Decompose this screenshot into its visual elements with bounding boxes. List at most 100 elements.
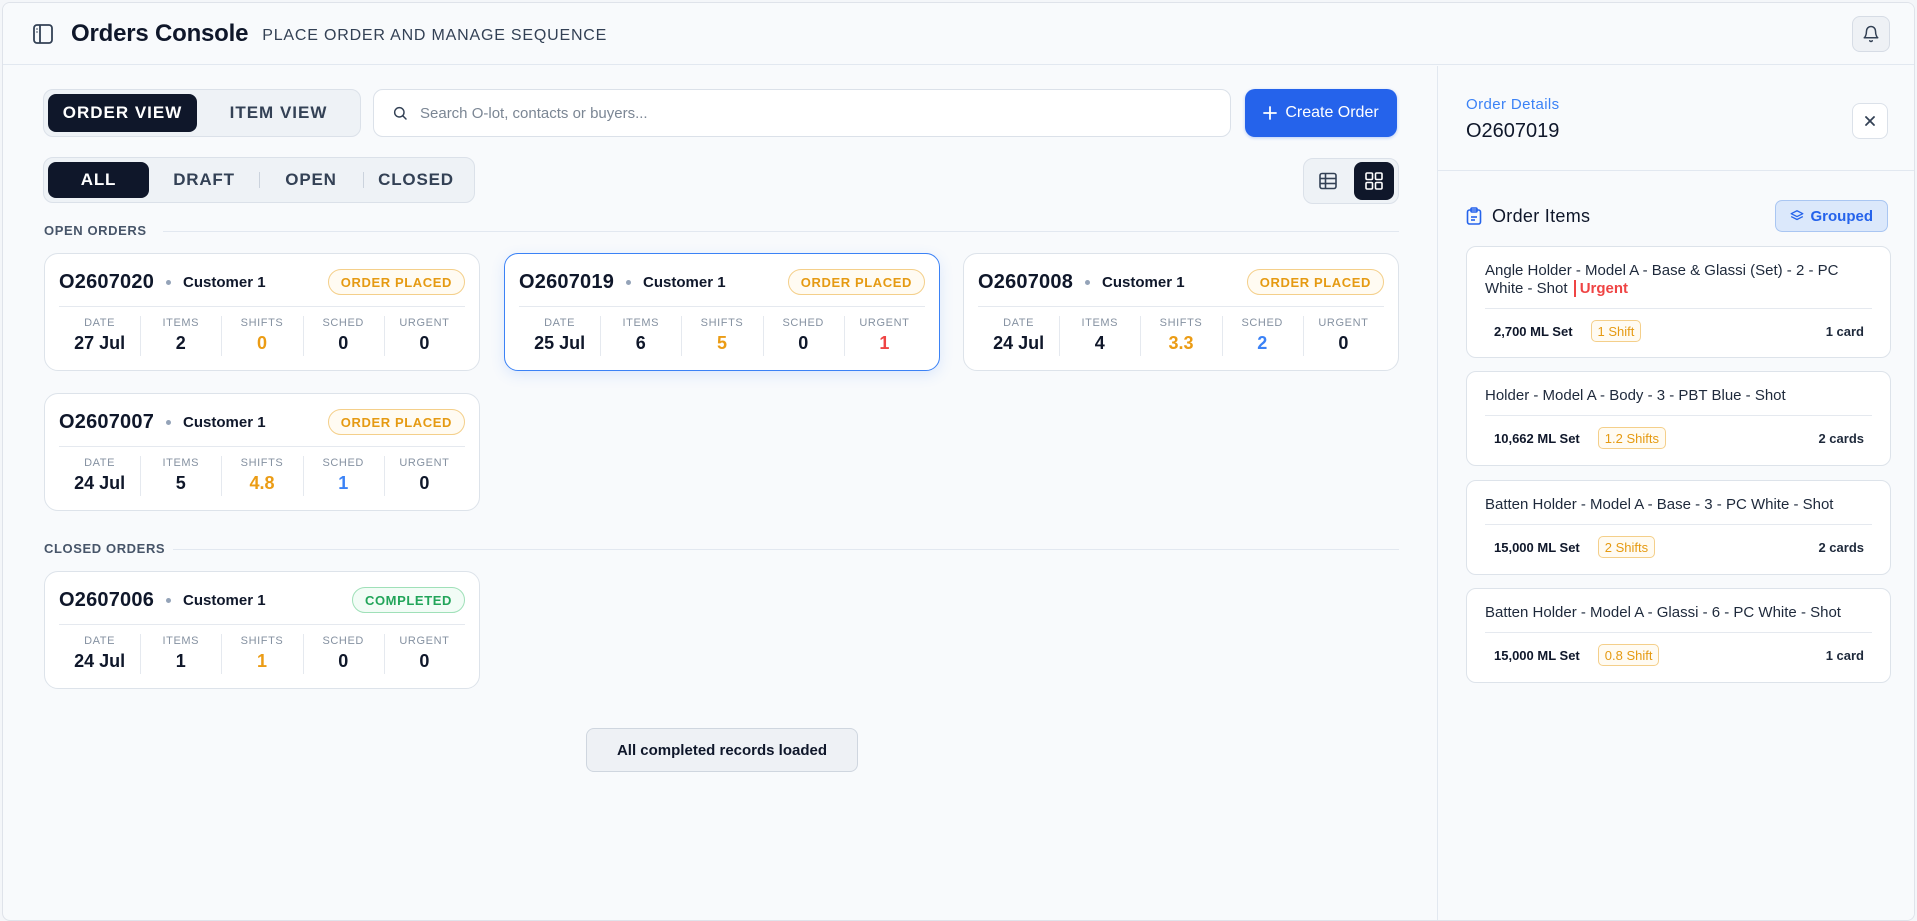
stat-value: 0: [419, 473, 430, 493]
stat-label: ITEMS: [1081, 317, 1119, 329]
create-order-button[interactable]: Create Order: [1245, 89, 1397, 137]
filter-tab-draft[interactable]: DRAFT: [149, 162, 259, 198]
closed-orders-heading: CLOSED ORDERS: [44, 541, 166, 556]
stat-date: DATE 27 Jul: [59, 314, 140, 364]
separator-dot: [1085, 279, 1091, 285]
stat-shifts: SHIFTS 4.8: [221, 454, 302, 504]
item-summary-row: 2,700 ML Set 1 Shift 1 card: [1494, 320, 1864, 342]
stat-value: 6: [635, 333, 646, 353]
item-quantity: 2,700 ML Set: [1494, 323, 1573, 339]
close-icon: [1865, 116, 1875, 126]
card-divider: [59, 624, 465, 625]
filter-tab-closed[interactable]: CLOSED: [363, 162, 469, 198]
notifications-button[interactable]: [1852, 16, 1890, 52]
search-box: [373, 89, 1231, 137]
stat-label: SHIFTS: [700, 317, 744, 329]
stat-value: 0: [338, 651, 349, 671]
filter-tab-all[interactable]: ALL: [48, 162, 149, 198]
item-summary-row: 15,000 ML Set 0.8 Shift 1 card: [1494, 644, 1864, 666]
create-order-label: Create Order: [1285, 104, 1379, 121]
view-toggle: ORDER VIEW ITEM VIEW: [43, 89, 361, 137]
order-details-id: O2607019: [1466, 120, 1560, 142]
order-stats: DATE 24 Jul ITEMS 4 SHIFTS 3.3 SCHED 2 URGEN…: [978, 314, 1384, 364]
order-card[interactable]: O2607007 Customer 1 ORDER PLACED DATE 24 …: [44, 393, 480, 511]
stat-date: DATE 25 Jul: [519, 314, 600, 364]
card-divider: [519, 306, 925, 307]
order-card-header: O2607007 Customer 1 ORDER PLACED: [59, 408, 465, 436]
stat-urgent: URGENT 0: [1302, 314, 1384, 364]
shift-badge: 1 Shift: [1590, 320, 1642, 342]
stat-sched: SCHED 0: [302, 314, 384, 364]
shift-badge: 2 Shifts: [1597, 536, 1656, 558]
stat-value: 0: [257, 333, 268, 353]
stat-label: DATE: [84, 317, 116, 329]
stat-value: 1: [879, 333, 890, 353]
item-name: Batten Holder - Model A - Glassi - 6 - P…: [1485, 604, 1841, 621]
order-item-card[interactable]: Holder - Model A - Body - 3 - PBT Blue -…: [1466, 371, 1891, 466]
open-orders-heading: OPEN ORDERS: [44, 223, 147, 238]
order-card[interactable]: O2607020 Customer 1 ORDER PLACED DATE 27 …: [44, 253, 480, 371]
item-name: Holder - Model A - Body - 3 - PBT Blue -…: [1485, 387, 1786, 404]
item-quantity: 15,000 ML Set: [1494, 647, 1580, 663]
urgent-tag: Urgent: [1573, 280, 1629, 297]
stat-date: DATE 24 Jul: [59, 454, 140, 504]
stat-label: SCHED: [322, 635, 364, 647]
stat-items: ITEMS 5: [140, 454, 221, 504]
stat-shifts: SHIFTS 0: [221, 314, 302, 364]
customer-name: Customer 1: [1102, 273, 1185, 291]
order-item-card[interactable]: Angle Holder - Model A - Base & Glassi (…: [1466, 246, 1891, 358]
item-view-button[interactable]: ITEM VIEW: [201, 94, 356, 132]
stat-urgent: URGENT 1: [843, 314, 925, 364]
order-item-card[interactable]: Batten Holder - Model A - Glassi - 6 - P…: [1466, 588, 1891, 683]
stat-value: 0: [338, 333, 349, 353]
stat-label: ITEMS: [162, 457, 200, 469]
grid-icon: [1365, 172, 1383, 190]
order-card[interactable]: O2607008 Customer 1 ORDER PLACED DATE 24 …: [963, 253, 1399, 371]
stat-value: 0: [419, 333, 430, 353]
stat-shifts: SHIFTS 5: [681, 314, 762, 364]
order-id: O2607006: [59, 588, 155, 611]
item-divider: [1485, 524, 1872, 525]
table-layout-button[interactable]: [1308, 162, 1348, 200]
order-item-card[interactable]: Batten Holder - Model A - Base - 3 - PC …: [1466, 480, 1891, 575]
sidebar-toggle-icon[interactable]: [31, 22, 55, 46]
stat-value: 2: [1257, 333, 1268, 353]
close-details-button[interactable]: [1852, 103, 1888, 139]
order-card-header: O2607008 Customer 1 ORDER PLACED: [978, 268, 1384, 296]
order-id: O2607007: [59, 410, 155, 433]
order-details-label: Order Details: [1466, 96, 1560, 113]
stat-value: 24 Jul: [74, 473, 126, 493]
order-view-button[interactable]: ORDER VIEW: [48, 94, 198, 132]
stat-value: 1: [338, 473, 349, 493]
item-divider: [1485, 415, 1872, 416]
stat-value: 24 Jul: [993, 333, 1045, 353]
stat-value: 5: [175, 473, 186, 493]
stat-value: 5: [717, 333, 728, 353]
stat-value: 1: [175, 651, 186, 671]
grouped-toggle[interactable]: Grouped: [1774, 200, 1888, 232]
stat-label: SCHED: [322, 317, 364, 329]
stat-label: ITEMS: [162, 635, 200, 647]
order-card[interactable]: O2607006 Customer 1 COMPLETED DATE 24 Jul…: [44, 571, 480, 689]
all-records-loaded-button[interactable]: All completed records loaded: [586, 728, 858, 772]
order-id: O2607019: [519, 270, 615, 293]
order-card-selected[interactable]: O2607019 Customer 1 ORDER PLACED DATE 25 …: [504, 253, 940, 371]
bell-icon: [1863, 25, 1879, 43]
item-quantity: 10,662 ML Set: [1494, 430, 1580, 446]
status-badge: ORDER PLACED: [787, 269, 925, 295]
app-title: Orders Console: [71, 19, 249, 47]
layers-icon: [1790, 210, 1803, 221]
order-stats: DATE 25 Jul ITEMS 6 SHIFTS 5 SCHED 0 URGENT 1: [519, 314, 925, 364]
filter-tab-open[interactable]: OPEN: [259, 162, 363, 198]
grid-layout-button[interactable]: [1354, 162, 1394, 200]
item-card-count: 2 cards: [1818, 430, 1864, 446]
stat-value: 27 Jul: [74, 333, 126, 353]
stat-items: ITEMS 6: [600, 314, 681, 364]
orders-console-app: Orders Console PLACE ORDER AND MANAGE SE…: [2, 2, 1915, 921]
stat-date: DATE 24 Jul: [978, 314, 1059, 364]
stat-label: URGENT: [399, 635, 450, 647]
stat-items: ITEMS 1: [140, 632, 221, 682]
customer-name: Customer 1: [643, 273, 726, 291]
search-input[interactable]: [420, 104, 1200, 122]
stat-label: SCHED: [322, 457, 364, 469]
